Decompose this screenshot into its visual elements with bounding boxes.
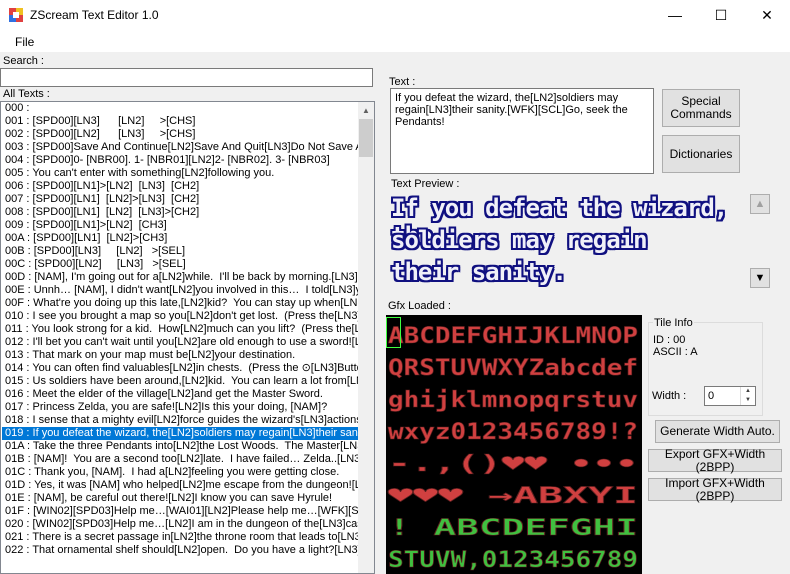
gfx-glyph-row: QRSTUVWXYZabcdef xyxy=(388,356,638,381)
spin-down-icon[interactable]: ▼ xyxy=(741,396,755,405)
spin-up-icon[interactable]: ▲ xyxy=(741,387,755,396)
export-gfx-button[interactable]: Export GFX+Width (2BPP) xyxy=(648,447,782,473)
list-item[interactable]: 018 : I sense that a mighty evil[LN2]for… xyxy=(2,414,359,427)
minimize-button[interactable]: — xyxy=(652,0,698,30)
gfx-glyph-row: ! ABCDEFGHI xyxy=(388,516,638,541)
width-value: 0 xyxy=(708,390,715,402)
list-item[interactable]: 01A : Take the three Pendants into[LN2]t… xyxy=(2,440,359,453)
list-item[interactable]: 00A : [SPD00][LN1] [LN2]>[CH3] xyxy=(2,232,359,245)
list-item[interactable]: 01E : [NAM], be careful out there![LN2]I… xyxy=(2,492,359,505)
menu-bar xyxy=(0,30,790,52)
menu-file[interactable]: File xyxy=(15,35,34,49)
tile-id: ID : 00 xyxy=(653,334,686,346)
preview-line: their sanity. xyxy=(391,258,567,286)
preview-line: soldiers may regain xyxy=(391,226,648,254)
list-item[interactable]: 019 : If you defeat the wizard, the[LN2]… xyxy=(2,427,359,440)
tile-ascii: ASCII : A xyxy=(653,346,698,358)
scroll-up-arrow-icon[interactable]: ▲ xyxy=(358,102,374,118)
list-item[interactable]: 016 : Meet the elder of the village[LN2]… xyxy=(2,388,359,401)
gfx-glyph-row: ♥♥♥ →ABXYI xyxy=(388,484,638,509)
list-item[interactable]: 015 : Us soldiers have been around,[LN2]… xyxy=(2,375,359,388)
text-editor[interactable]: If you defeat the wizard, the[LN2]soldie… xyxy=(390,88,654,174)
app-icon xyxy=(9,8,23,22)
list-item[interactable]: 000 : xyxy=(2,102,359,115)
all-texts-label: All Texts : xyxy=(3,88,50,100)
list-item[interactable]: 008 : [SPD00][LN1] [LN2] [LN3]>[CH2] xyxy=(2,206,359,219)
gfx-glyph-row: -.,()♥♥ ••• xyxy=(388,452,638,477)
list-item[interactable]: 004 : [SPD00]0- [NBR00]. 1- [NBR01][LN2]… xyxy=(2,154,359,167)
preview-down-arrow-icon[interactable]: ▼ xyxy=(750,268,770,288)
gfx-glyph-row: ABCDEFGHIJKLMNOP xyxy=(388,324,638,349)
text-label: Text : xyxy=(389,76,416,88)
list-item[interactable]: 017 : Princess Zelda, you are safe![LN2]… xyxy=(2,401,359,414)
search-label: Search : xyxy=(3,55,44,67)
scrollbar-thumb[interactable] xyxy=(359,119,373,157)
list-item[interactable]: 012 : I'll bet you can't wait until you[… xyxy=(2,336,359,349)
list-scrollbar[interactable]: ▲ xyxy=(358,102,374,573)
list-item[interactable]: 009 : [SPD00][LN1]>[LN2] [CH3] xyxy=(2,219,359,232)
list-item[interactable]: 00F : What're you doing up this late,[LN… xyxy=(2,297,359,310)
list-item[interactable]: 021 : There is a secret passage in[LN2]t… xyxy=(2,531,359,544)
gfx-tileset[interactable]: ABCDEFGHIJKLMNOP QRSTUVWXYZabcdef ghijklmn… xyxy=(386,315,642,574)
import-gfx-button[interactable]: Import GFX+Width (2BPP) xyxy=(648,476,782,502)
list-item[interactable]: 003 : [SPD00]Save And Continue[LN2]Save … xyxy=(2,141,359,154)
special-commands-button[interactable]: Special Commands xyxy=(662,89,740,127)
generate-width-button[interactable]: Generate Width Auto. xyxy=(655,420,780,443)
list-item[interactable]: 00D : [NAM], I'm going out for a[LN2]whi… xyxy=(2,271,359,284)
gfx-tileset-canvas: ABCDEFGHIJKLMNOP QRSTUVWXYZabcdef ghijklmn… xyxy=(388,324,639,574)
list-item[interactable]: 001 : [SPD00][LN3] [LN2] >[CHS] xyxy=(2,115,359,128)
texts-list[interactable]: 000 :001 : [SPD00][LN3] [LN2] >[CHS] 002 … xyxy=(0,101,375,574)
text-preview: If you defeat the wizard, the soldiers m… xyxy=(389,192,741,290)
list-item[interactable]: 00B : [SPD00][LN3] [LN2] >[SEL] xyxy=(2,245,359,258)
preview-up-arrow-icon[interactable]: ▲ xyxy=(750,194,770,214)
list-item[interactable]: 011 : You look strong for a kid. How[LN2… xyxy=(2,323,359,336)
list-item[interactable]: 01C : Thank you, [NAM]. I had a[LN2]feel… xyxy=(2,466,359,479)
list-item[interactable]: 00C : [SPD00][LN2] [LN3] >[SEL] xyxy=(2,258,359,271)
list-item[interactable]: 005 : You can't enter with something[LN2… xyxy=(2,167,359,180)
tile-selection-cursor xyxy=(386,317,401,348)
list-item[interactable]: 006 : [SPD00][LN1]>[LN2] [LN3] [CH2] xyxy=(2,180,359,193)
width-label: Width : xyxy=(652,390,687,402)
text-preview-label: Text Preview : xyxy=(391,178,460,190)
list-item[interactable]: 01F : [WIN02][SPD03]Help me…[WAI01][LN2]… xyxy=(2,505,359,518)
list-item[interactable]: 022 : That ornamental shelf should[LN2]o… xyxy=(2,544,359,557)
gfx-glyph-row: ghijklmnopqrstuv xyxy=(388,388,638,413)
list-item[interactable]: 01B : [NAM]! You are a second too[LN2]la… xyxy=(2,453,359,466)
list-item[interactable]: 007 : [SPD00][LN1] [LN2]>[LN3] [CH2] xyxy=(2,193,359,206)
width-stepper[interactable]: 0 ▲ ▼ xyxy=(704,386,756,406)
list-item[interactable]: 020 : [WIN02][SPD03]Help me…[LN2]I am in… xyxy=(2,518,359,531)
gfx-loaded-label: Gfx Loaded : xyxy=(388,300,451,312)
list-item[interactable]: 014 : You can often find valuables[LN2]i… xyxy=(2,362,359,375)
dictionaries-button[interactable]: Dictionaries xyxy=(662,135,740,173)
window-title: ZScream Text Editor 1.0 xyxy=(30,8,159,22)
list-item[interactable]: 013 : That mark on your map must be[LN2]… xyxy=(2,349,359,362)
gfx-glyph-row: wxyz0123456789!? xyxy=(388,420,638,445)
maximize-button[interactable]: ☐ xyxy=(698,0,744,30)
list-item[interactable]: 010 : I see you brought a map so you[LN2… xyxy=(2,310,359,323)
list-item[interactable]: 002 : [SPD00][LN2] [LN3] >[CHS] xyxy=(2,128,359,141)
close-button[interactable]: ✕ xyxy=(744,0,790,30)
search-input[interactable] xyxy=(0,68,373,87)
list-item[interactable]: 00E : Unnh… [NAM], I didn't want[LN2]you… xyxy=(2,284,359,297)
tile-info-title: Tile Info xyxy=(653,317,694,329)
list-item[interactable]: 01D : Yes, it was [NAM] who helped[LN2]m… xyxy=(2,479,359,492)
gfx-glyph-row: STUVW,0123456789 xyxy=(388,548,638,573)
